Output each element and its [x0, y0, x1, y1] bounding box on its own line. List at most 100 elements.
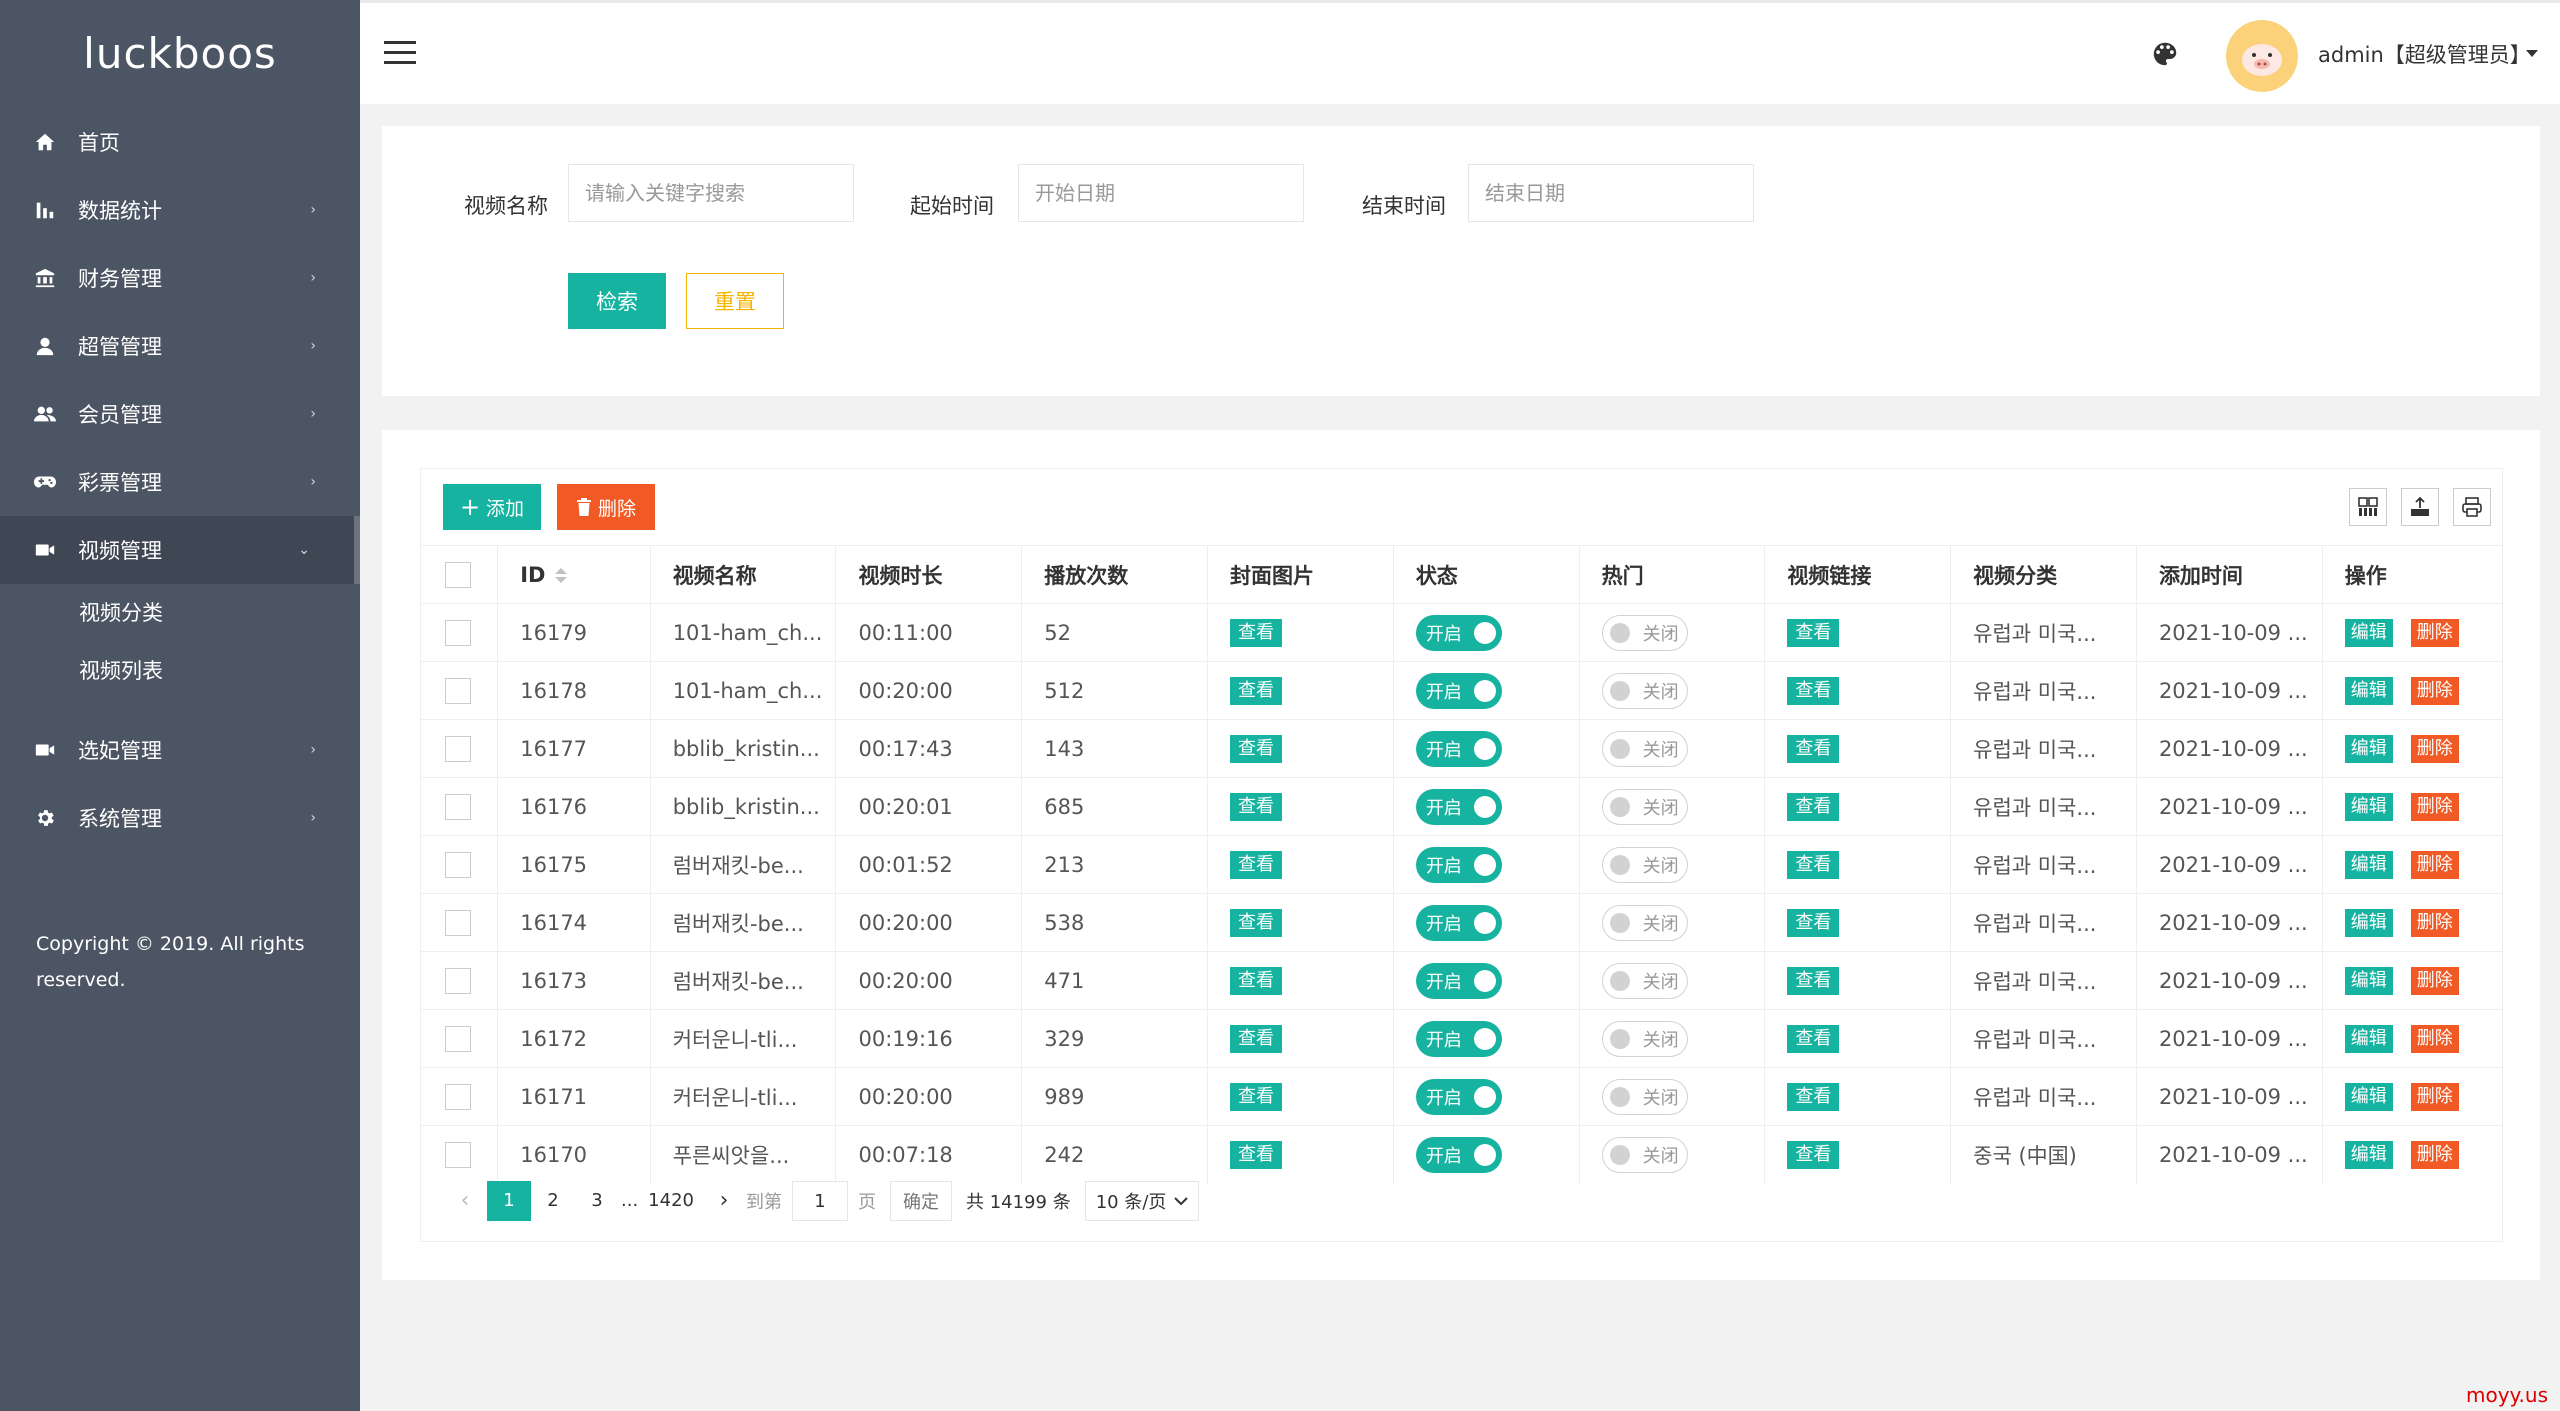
goto-page-input[interactable] [791, 1181, 848, 1221]
edit-button[interactable]: 编辑 [2344, 734, 2393, 763]
sidebar-item-0[interactable]: 首页 [0, 108, 360, 176]
goto-confirm-button[interactable]: 确定 [889, 1181, 952, 1221]
hot-toggle[interactable]: 关闭 [1601, 1136, 1688, 1173]
delete-button[interactable]: 删除 [2410, 850, 2459, 879]
sidebar-subitem-1[interactable]: 视频列表 [0, 642, 360, 700]
admin-dropdown-icon[interactable] [2526, 50, 2538, 57]
col-id[interactable]: ID [497, 545, 651, 604]
view-link-button[interactable]: 查看 [1787, 966, 1840, 995]
select-all-checkbox-cell[interactable] [421, 545, 499, 604]
edit-button[interactable]: 编辑 [2344, 676, 2393, 705]
row-checkbox-cell[interactable] [421, 951, 499, 1010]
print-icon[interactable] [2453, 488, 2491, 526]
status-toggle[interactable]: 开启 [1415, 672, 1502, 709]
sidebar-item-8[interactable]: 系统管理 › [0, 784, 360, 852]
row-checkbox-cell[interactable] [421, 661, 499, 720]
row-checkbox-cell[interactable] [421, 835, 499, 894]
delete-button[interactable]: 删除 [2410, 1140, 2459, 1169]
reset-button[interactable]: 重置 [686, 273, 784, 329]
view-link-button[interactable]: 查看 [1787, 734, 1840, 763]
status-toggle[interactable]: 开启 [1415, 788, 1502, 825]
view-cover-button[interactable]: 查看 [1230, 676, 1283, 705]
row-checkbox[interactable] [445, 967, 471, 994]
view-cover-button[interactable]: 查看 [1230, 966, 1283, 995]
status-toggle[interactable]: 开启 [1415, 1136, 1502, 1173]
view-link-button[interactable]: 查看 [1787, 908, 1840, 937]
columns-filter-icon[interactable] [2349, 488, 2387, 526]
next-page-icon[interactable]: › [702, 1181, 746, 1221]
delete-button[interactable]: 删除 [2410, 966, 2459, 995]
row-checkbox[interactable] [445, 909, 471, 936]
status-toggle[interactable]: 开启 [1415, 1020, 1502, 1057]
sidebar-item-6[interactable]: 视频管理 ⌄ [0, 516, 360, 584]
edit-button[interactable]: 编辑 [2344, 908, 2393, 937]
row-checkbox-cell[interactable] [421, 1067, 499, 1126]
sidebar-item-7[interactable]: 选妃管理 › [0, 716, 360, 784]
page-1[interactable]: 1 [487, 1181, 531, 1221]
view-cover-button[interactable]: 查看 [1230, 792, 1283, 821]
delete-button[interactable]: 删除 [2410, 1024, 2459, 1053]
edit-button[interactable]: 编辑 [2344, 966, 2393, 995]
view-link-button[interactable]: 查看 [1787, 1140, 1840, 1169]
sidebar-subitem-0[interactable]: 视频分类 [0, 584, 360, 642]
row-checkbox-cell[interactable] [421, 777, 499, 836]
row-checkbox[interactable] [445, 735, 471, 762]
view-cover-button[interactable]: 查看 [1230, 908, 1283, 937]
delete-button[interactable]: 删除 [2410, 1082, 2459, 1111]
admin-username[interactable]: admin【超级管理员】 [2318, 39, 2531, 69]
hot-toggle[interactable]: 关闭 [1601, 1078, 1688, 1115]
hot-toggle[interactable]: 关闭 [1601, 904, 1688, 941]
end-date-input[interactable] [1468, 164, 1754, 222]
edit-button[interactable]: 编辑 [2344, 792, 2393, 821]
view-link-button[interactable]: 查看 [1787, 1024, 1840, 1053]
hot-toggle[interactable]: 关闭 [1601, 672, 1688, 709]
status-toggle[interactable]: 开启 [1415, 730, 1502, 767]
view-cover-button[interactable]: 查看 [1230, 1024, 1283, 1053]
page-last[interactable]: 1420 [640, 1181, 702, 1221]
status-toggle[interactable]: 开启 [1415, 1078, 1502, 1115]
sidebar-item-3[interactable]: 超管管理 › [0, 312, 360, 380]
prev-page-icon[interactable]: ‹ [443, 1181, 487, 1221]
menu-toggle-icon[interactable] [384, 41, 416, 67]
row-checkbox[interactable] [445, 619, 471, 646]
add-button[interactable]: + 添加 [443, 484, 541, 530]
view-cover-button[interactable]: 查看 [1230, 618, 1283, 647]
video-name-input[interactable] [568, 164, 854, 222]
start-date-input[interactable] [1018, 164, 1304, 222]
view-cover-button[interactable]: 查看 [1230, 1140, 1283, 1169]
row-checkbox-cell[interactable] [421, 603, 499, 662]
search-button[interactable]: 检索 [568, 273, 666, 329]
sidebar-item-1[interactable]: 数据统计 › [0, 176, 360, 244]
page-2[interactable]: 2 [531, 1181, 575, 1221]
row-checkbox[interactable] [445, 1141, 471, 1168]
delete-button[interactable]: 删除 [2410, 908, 2459, 937]
sidebar-item-4[interactable]: 会员管理 › [0, 380, 360, 448]
status-toggle[interactable]: 开启 [1415, 904, 1502, 941]
hot-toggle[interactable]: 关闭 [1601, 846, 1688, 883]
edit-button[interactable]: 编辑 [2344, 850, 2393, 879]
row-checkbox[interactable] [445, 1025, 471, 1052]
page-3[interactable]: 3 [575, 1181, 619, 1221]
hot-toggle[interactable]: 关闭 [1601, 730, 1688, 767]
row-checkbox-cell[interactable] [421, 1009, 499, 1068]
row-checkbox[interactable] [445, 1083, 471, 1110]
delete-button[interactable]: 删除 [2410, 676, 2459, 705]
page-size-select[interactable]: 10 条/页 [1084, 1181, 1200, 1221]
hot-toggle[interactable]: 关闭 [1601, 788, 1688, 825]
select-all-checkbox[interactable] [445, 561, 471, 588]
sidebar-item-5[interactable]: 彩票管理 › [0, 448, 360, 516]
export-icon[interactable] [2401, 488, 2439, 526]
view-cover-button[interactable]: 查看 [1230, 1082, 1283, 1111]
row-checkbox[interactable] [445, 677, 471, 704]
hot-toggle[interactable]: 关闭 [1601, 962, 1688, 999]
row-checkbox-cell[interactable] [421, 719, 499, 778]
edit-button[interactable]: 编辑 [2344, 618, 2393, 647]
view-link-button[interactable]: 查看 [1787, 1082, 1840, 1111]
delete-button[interactable]: 删除 [2410, 734, 2459, 763]
sort-icon[interactable] [555, 568, 568, 583]
hot-toggle[interactable]: 关闭 [1601, 1020, 1688, 1057]
edit-button[interactable]: 编辑 [2344, 1082, 2393, 1111]
delete-button[interactable]: 删除 [2410, 618, 2459, 647]
row-checkbox[interactable] [445, 851, 471, 878]
bulk-delete-button[interactable]: 删除 [557, 484, 655, 530]
